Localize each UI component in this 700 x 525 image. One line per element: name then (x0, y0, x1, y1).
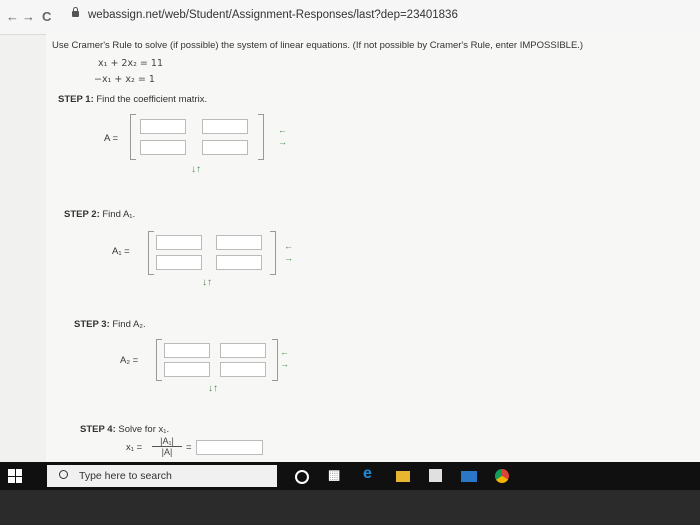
forward-button[interactable]: → (22, 9, 35, 24)
matrix-a2-row-arrows[interactable]: ↓↑ (208, 383, 218, 394)
screen: ← → C webassign.net/web/Student/Assignme… (0, 0, 700, 462)
matrix-a2-cell-2-2[interactable] (220, 362, 266, 377)
step-4: STEP 4: Solve for x₁. (80, 424, 169, 435)
matrix-a-cell-2-2[interactable] (202, 140, 248, 155)
search-icon (59, 470, 68, 479)
matrix-a-left-bracket (130, 114, 136, 160)
matrix-a-label: A = (104, 133, 118, 144)
step-2-label: STEP 2: (64, 209, 100, 220)
step-4-label: STEP 4: (80, 424, 116, 435)
matrix-a1-right-bracket (270, 231, 276, 275)
matrix-a (130, 114, 264, 160)
matrix-a1-row-arrows[interactable]: ↓↑ (202, 277, 212, 288)
matrix-a2 (156, 339, 278, 381)
matrix-a-add-column-arrow[interactable]: → (278, 138, 287, 147)
matrix-a2-add-column-arrow[interactable]: → (280, 360, 289, 369)
search-placeholder: Type here to search (79, 470, 172, 482)
matrix-a1-cell-1-1[interactable] (156, 235, 202, 250)
x1-label: x₁ = (126, 442, 143, 453)
matrix-a-row-arrows[interactable]: ↓↑ (191, 164, 201, 175)
reload-button[interactable]: C (42, 9, 51, 24)
matrix-a1-add-column-arrow[interactable]: → (284, 254, 293, 263)
fraction-numerator: |A₁| (152, 436, 182, 447)
step-1: STEP 1: Find the coefficient matrix. (58, 94, 207, 105)
windows-icon[interactable] (8, 469, 22, 483)
taskbar-search[interactable]: Type here to search (47, 465, 277, 487)
matrix-a-cell-1-2[interactable] (202, 119, 248, 134)
address-bar[interactable]: webassign.net/web/Student/Assignment-Res… (88, 9, 458, 21)
step-1-text: Find the coefficient matrix. (96, 94, 208, 105)
step-2-text: Find A₁. (102, 209, 136, 220)
matrix-a2-right-bracket (272, 339, 278, 381)
cortana-icon[interactable] (295, 470, 309, 484)
step-3-label: STEP 3: (74, 319, 110, 330)
mail-icon[interactable] (461, 471, 477, 482)
browser-toolbar: ← → C webassign.net/web/Student/Assignme… (0, 0, 700, 35)
matrix-a-cell-1-1[interactable] (140, 119, 186, 134)
store-icon[interactable] (429, 469, 442, 482)
matrix-a2-label: A₂ = (120, 355, 139, 366)
matrix-a2-remove-column-arrow[interactable]: ← (280, 348, 289, 357)
x1-equals: = (186, 442, 192, 453)
matrix-a2-left-bracket (156, 339, 162, 381)
step-1-label: STEP 1: (58, 94, 94, 105)
equation-2: −x₁ + x₂ = 1 (94, 74, 155, 85)
matrix-a1-cell-2-1[interactable] (156, 255, 202, 270)
matrix-a-remove-column-arrow[interactable]: ← (278, 126, 287, 135)
lock-icon (72, 7, 79, 17)
question-prompt: Use Cramer's Rule to solve (if possible)… (52, 40, 584, 51)
matrix-a1-label: A₁ = (112, 246, 130, 257)
step-4-text: Solve for x₁. (118, 424, 170, 435)
file-explorer-icon[interactable] (396, 471, 410, 482)
x1-answer-input[interactable] (196, 440, 263, 455)
step-3: STEP 3: Find A₂. (74, 319, 146, 330)
matrix-a1 (148, 231, 276, 275)
step-2: STEP 2: Find A₁. (64, 209, 135, 220)
assignment-page: Use Cramer's Rule to solve (if possible)… (46, 34, 700, 462)
chrome-icon[interactable] (495, 469, 509, 483)
matrix-a2-cell-2-1[interactable] (164, 362, 210, 377)
matrix-a-cell-2-1[interactable] (140, 140, 186, 155)
equation-1: x₁ + 2x₂ = 11 (98, 58, 163, 69)
matrix-a2-cell-1-1[interactable] (164, 343, 210, 358)
edge-icon[interactable]: e (363, 465, 379, 482)
task-view-icon[interactable]: ▦ (328, 467, 344, 483)
fraction-denominator: |A| (161, 447, 173, 457)
matrix-a1-left-bracket (148, 231, 154, 275)
taskbar: Type here to search ▦ e (0, 462, 700, 490)
step-3-text: Find A₂. (112, 319, 146, 330)
matrix-a1-cell-1-2[interactable] (216, 235, 262, 250)
matrix-a1-remove-column-arrow[interactable]: ← (284, 242, 293, 251)
matrix-a-right-bracket (258, 114, 264, 160)
x1-fraction: |A₁| |A| (152, 436, 182, 457)
matrix-a1-cell-2-2[interactable] (216, 255, 262, 270)
back-button[interactable]: ← (6, 9, 19, 24)
matrix-a2-cell-1-2[interactable] (220, 343, 266, 358)
